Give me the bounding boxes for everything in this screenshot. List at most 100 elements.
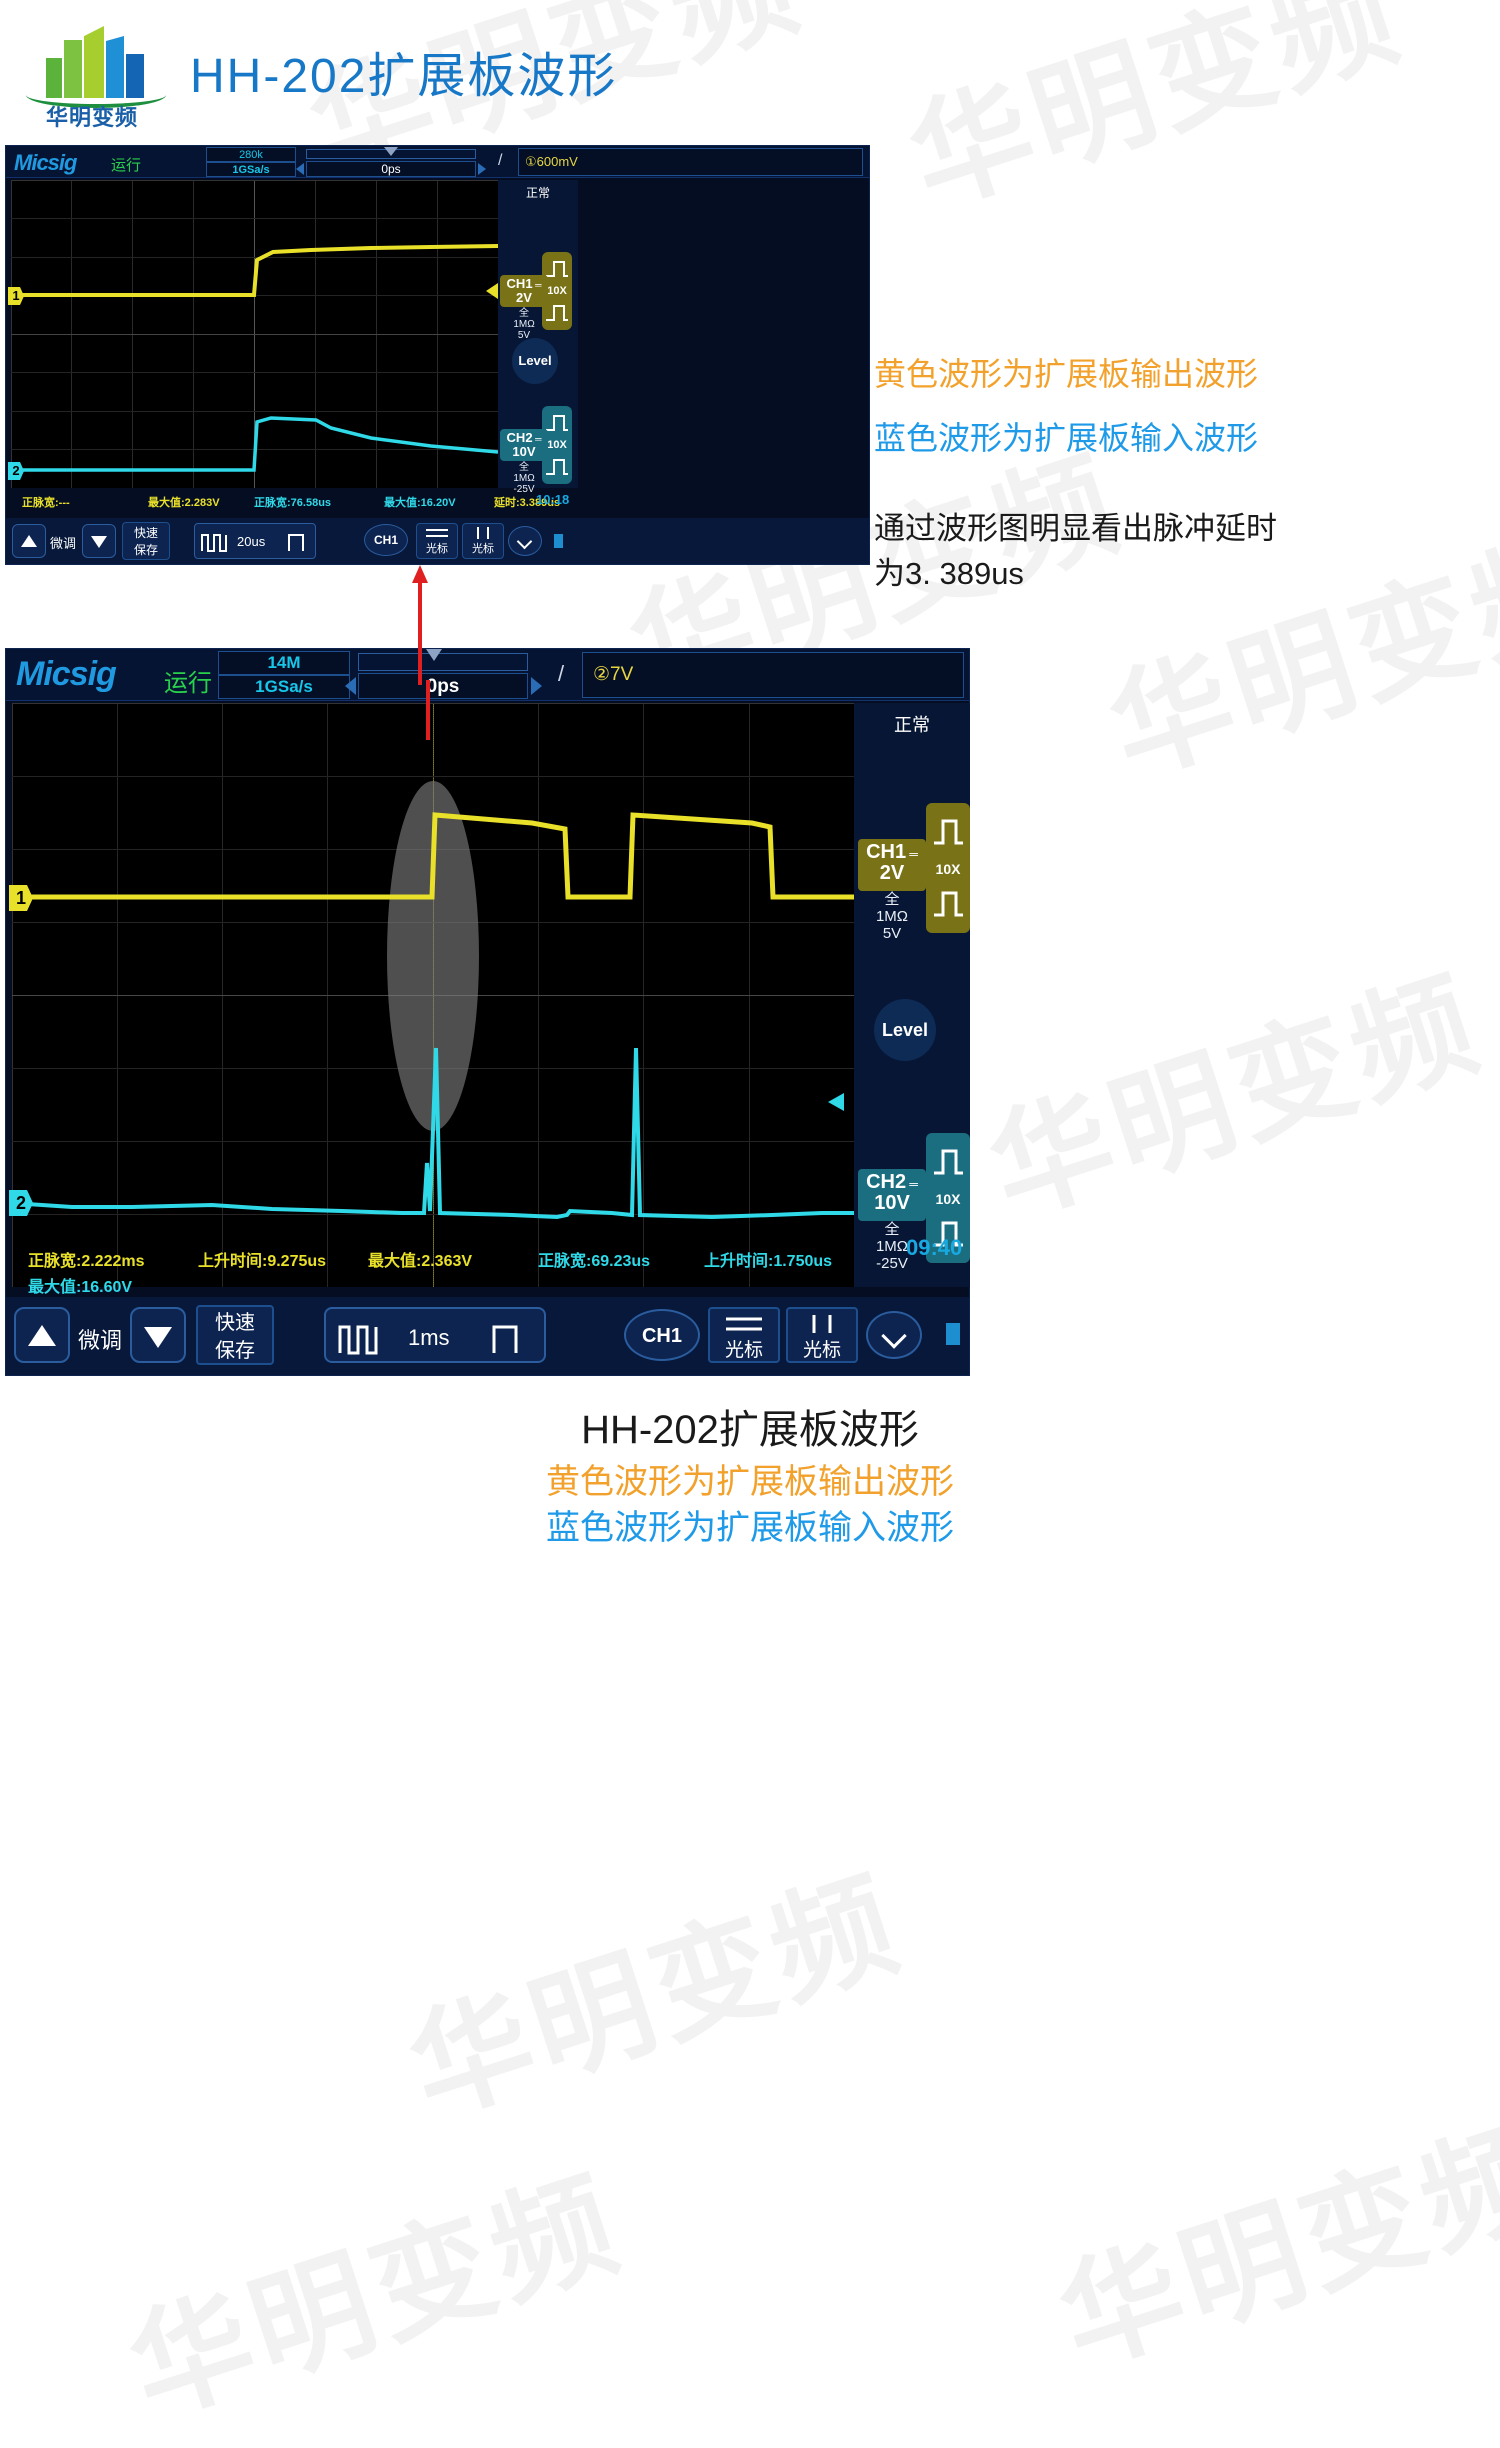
- chevron-down-icon: [516, 533, 533, 550]
- quick-save-button[interactable]: 快速 保存: [196, 1305, 274, 1365]
- timebase-value[interactable]: 1ms: [408, 1325, 450, 1351]
- ch2-impedance: 1MΩ: [513, 473, 535, 485]
- time-position-value[interactable]: 0ps: [358, 673, 528, 699]
- vertical-cursor-label: 光标: [802, 1340, 841, 1361]
- memory-depth-value[interactable]: 280k: [206, 147, 296, 162]
- rising-edge-icon: [934, 819, 963, 845]
- position-right-arrow-icon[interactable]: [478, 163, 486, 175]
- vertical-cursor-button[interactable]: 光标: [786, 1307, 858, 1363]
- trigger-slope-icon[interactable]: /: [498, 152, 502, 170]
- ch2-waveform-trace: [12, 1047, 854, 1220]
- ch1-impedance: 1MΩ: [875, 907, 909, 925]
- trigger-position-marker-icon: [384, 147, 398, 156]
- scope-clock-top: 10:18: [536, 492, 570, 507]
- fine-tune-label: 微调: [78, 1328, 123, 1353]
- ch1-position-arrow-icon: [486, 283, 498, 299]
- triangle-down-icon: [91, 536, 107, 548]
- ch2-bandwidth: 全: [884, 1221, 900, 1238]
- ch2-bandwidth: 全: [519, 462, 529, 473]
- zoom-in-timebase-icon[interactable]: [486, 1313, 536, 1363]
- channel-select-button[interactable]: CH1: [364, 524, 408, 556]
- zoom-out-timebase-icon[interactable]: [332, 1313, 388, 1363]
- timebase-position-slider[interactable]: [358, 653, 528, 671]
- annotation-line-delay-2: 为3. 389us: [874, 556, 1024, 592]
- ch1-badge[interactable]: CH1 ═ 2V: [858, 839, 926, 891]
- dc-coupling-icon: ═: [906, 1177, 918, 1191]
- triangle-down-icon: [144, 1327, 172, 1348]
- horizontal-cursor-icon: [426, 529, 448, 537]
- vertical-cursor-icon: [477, 527, 489, 539]
- position-left-arrow-icon[interactable]: [296, 163, 304, 175]
- more-options-button[interactable]: [508, 526, 542, 556]
- ch1-scale: 2V: [516, 289, 532, 305]
- fine-tune-label: 微调: [50, 536, 77, 551]
- ch2-probe-ratio: 10X: [935, 1191, 961, 1207]
- ch2-name: CH2: [866, 1171, 907, 1193]
- scope-side-panel-top: 正常 10X CH1 ═ 2V 全 1MΩ 5V Level 10X CH2 ═…: [498, 180, 578, 495]
- watermark: 华明变频: [115, 2155, 636, 2440]
- annotation-block: 黄色波形为扩展板输出波形 蓝色波形为扩展板输入波形 通过波形图明显看出脉冲延时 …: [874, 350, 1494, 597]
- memory-depth-value[interactable]: 14M: [218, 651, 350, 675]
- footer-line-yellow: 黄色波形为扩展板输出波形: [546, 1463, 954, 1501]
- ch1-bandwidth: 全: [519, 308, 529, 319]
- trigger-level-value[interactable]: ①600mV: [518, 148, 863, 176]
- zoom-in-timebase-icon[interactable]: [285, 527, 313, 557]
- annotation-line-blue: 蓝色波形为扩展板输入波形: [874, 419, 1259, 456]
- ch1-badge[interactable]: CH1 ═ 2V: [500, 275, 548, 307]
- ch2-badge[interactable]: CH2 ═ 10V: [858, 1169, 926, 1221]
- quick-save-button[interactable]: 快速 保存: [122, 522, 170, 560]
- ch2-scale: 10V: [512, 443, 536, 459]
- ch1-settings: 全 1MΩ 5V: [500, 308, 548, 342]
- scope-clock-bottom: 09:40: [906, 1235, 963, 1260]
- fine-tune-up-button[interactable]: [12, 524, 46, 558]
- logo-company-name: 华明变频: [45, 105, 138, 130]
- ch1-settings: 全 1MΩ 5V: [858, 891, 926, 942]
- measurement-item: 最大值:2.363V: [368, 1253, 473, 1270]
- fine-tune-down-button[interactable]: [82, 524, 116, 558]
- position-left-arrow-icon[interactable]: [345, 677, 356, 695]
- ch1-probe-panel[interactable]: 10X: [926, 803, 970, 933]
- zoom-out-timebase-icon[interactable]: [198, 527, 230, 557]
- trigger-level-value[interactable]: ②7V: [582, 652, 964, 698]
- sample-rate-value[interactable]: 1GSa/s: [218, 675, 350, 699]
- fine-tune-down-button[interactable]: [130, 1307, 186, 1363]
- time-position-value[interactable]: 0ps: [306, 161, 476, 177]
- more-options-button[interactable]: [866, 1311, 922, 1359]
- page-title: HH-202扩展板波形: [190, 50, 618, 103]
- channel-select-label: CH1: [373, 533, 398, 547]
- quick-save-line2: 保存: [133, 543, 158, 557]
- scope-top-toolbar: Micsig 运行 280k 1GSa/s 0ps / ①600mV: [6, 146, 869, 178]
- quick-save-line1: 快速: [133, 526, 158, 540]
- timebase-group: 1ms: [324, 1307, 546, 1363]
- micsig-logo: Micsig: [16, 655, 117, 693]
- timebase-value[interactable]: 20us: [237, 534, 265, 549]
- level-label: Level: [518, 353, 552, 368]
- horizontal-cursor-button[interactable]: 光标: [416, 523, 458, 559]
- ch2-impedance: 1MΩ: [875, 1237, 909, 1255]
- dc-coupling-icon: ═: [532, 280, 542, 290]
- scope-side-panel-bottom: 正常 10X CH1 ═ 2V 全 1MΩ 5V Level 10X CH2 ═…: [854, 703, 970, 1287]
- trigger-level-knob[interactable]: Level: [874, 999, 936, 1061]
- trigger-level-knob[interactable]: Level: [512, 338, 558, 384]
- sample-rate-value[interactable]: 1GSa/s: [206, 162, 296, 177]
- ch1-offset: 5V: [882, 924, 902, 942]
- run-state-label: 运行: [164, 670, 212, 697]
- channel-select-button[interactable]: CH1: [624, 1309, 700, 1361]
- ch2-scale: 10V: [874, 1192, 910, 1214]
- position-right-arrow-icon[interactable]: [531, 677, 542, 695]
- footer-line-blue: 蓝色波形为扩展板输入波形: [546, 1508, 954, 1547]
- oscilloscope-screenshot-bottom: Micsig 运行 14M 1GSa/s 0ps / ②7V 1 2 正常 10…: [5, 648, 970, 1376]
- ch2-badge[interactable]: CH2 ═ 10V: [500, 429, 548, 461]
- vertical-cursor-button[interactable]: 光标: [462, 523, 504, 559]
- red-connector-arrow: [410, 565, 430, 685]
- fine-tune-up-button[interactable]: [14, 1307, 70, 1363]
- battery-icon: [554, 534, 563, 548]
- waveform-graticule-top[interactable]: [11, 180, 498, 488]
- horizontal-cursor-button[interactable]: 光标: [708, 1307, 780, 1363]
- waveform-graticule-bottom[interactable]: [12, 703, 854, 1287]
- arrow-line-icon: [426, 680, 430, 740]
- ch2-waveform-trace: [11, 416, 498, 472]
- watermark: 华明变频: [975, 955, 1496, 1240]
- trigger-slope-icon[interactable]: /: [558, 661, 564, 687]
- measurement-item: 正脉宽:76.58us: [254, 497, 332, 509]
